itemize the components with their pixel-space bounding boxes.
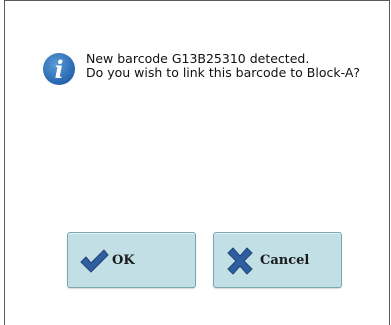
info-icon: i <box>43 53 75 85</box>
ok-button[interactable]: OK <box>67 232 196 288</box>
barcode-link-dialog: i New barcode G13B25310 detected. Do you… <box>4 0 390 325</box>
message-line-2: Do you wish to link this barcode to Bloc… <box>86 65 361 80</box>
svg-text:i: i <box>54 55 63 84</box>
ok-button-label: OK <box>112 253 135 268</box>
cancel-button[interactable]: Cancel <box>213 232 342 288</box>
dialog-message: New barcode G13B25310 detected. Do you w… <box>86 52 386 80</box>
x-icon <box>227 247 253 275</box>
cancel-button-label: Cancel <box>260 253 310 268</box>
message-line-1: New barcode G13B25310 detected. <box>86 51 310 66</box>
checkmark-icon <box>80 249 109 273</box>
